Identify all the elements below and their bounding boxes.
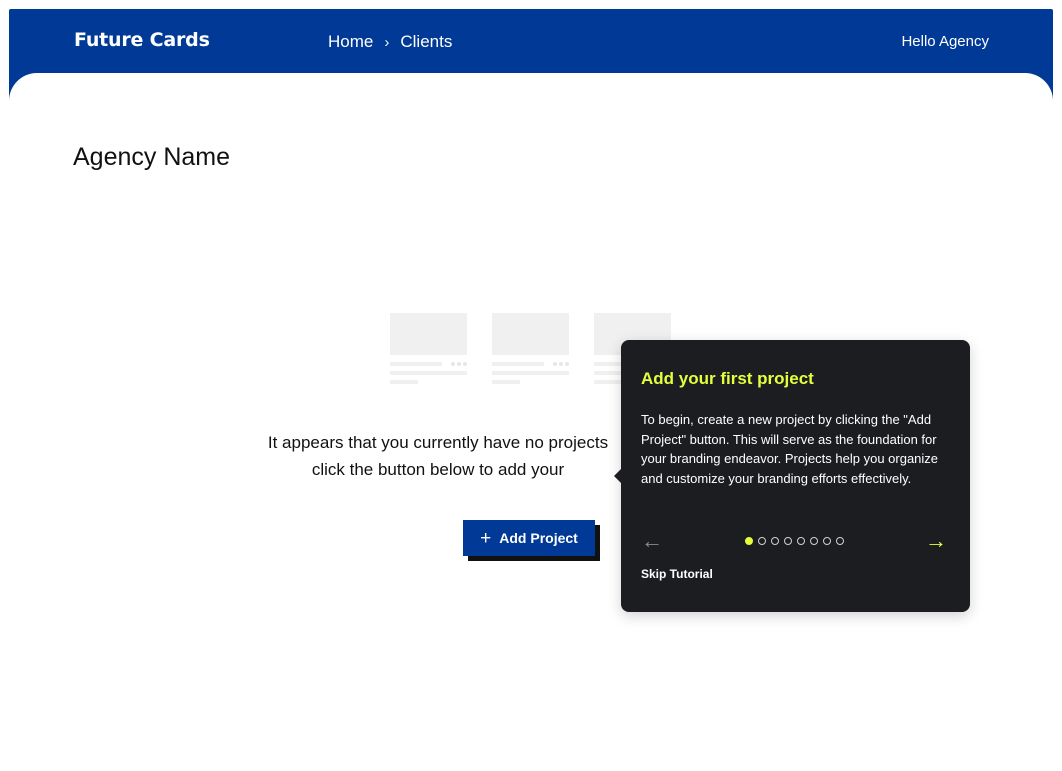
arrow-left-icon[interactable]: ← bbox=[641, 530, 663, 552]
plus-icon: + bbox=[480, 527, 492, 549]
add-project-button-wrapper: + Add Project bbox=[463, 520, 600, 561]
skip-tutorial-link[interactable]: Skip Tutorial bbox=[641, 567, 713, 581]
add-project-label: Add Project bbox=[499, 530, 578, 546]
app-frame: Future Cards Home › Clients Hello Agency… bbox=[9, 9, 1053, 771]
tutorial-title: Add your first project bbox=[641, 369, 814, 388]
step-dot[interactable] bbox=[771, 537, 779, 545]
top-navigation-bar: Future Cards Home › Clients Hello Agency bbox=[9, 9, 1053, 75]
step-dot[interactable] bbox=[784, 537, 792, 545]
popover-pointer bbox=[614, 468, 622, 484]
user-greeting[interactable]: Hello Agency bbox=[901, 33, 989, 50]
breadcrumb-home[interactable]: Home bbox=[328, 32, 373, 52]
step-dot[interactable] bbox=[797, 537, 805, 545]
tutorial-step-indicator bbox=[745, 537, 844, 545]
breadcrumb: Home › Clients bbox=[328, 32, 452, 52]
step-dot[interactable] bbox=[758, 537, 766, 545]
empty-state-message: It appears that you currently have no pr… bbox=[267, 433, 609, 479]
app-logo[interactable]: Future Cards bbox=[74, 29, 210, 51]
arrow-right-icon[interactable]: → bbox=[925, 530, 947, 552]
step-dot[interactable] bbox=[823, 537, 831, 545]
add-project-button[interactable]: + Add Project bbox=[463, 520, 595, 556]
empty-state-card-placeholder bbox=[390, 313, 467, 384]
tutorial-navigation: ← → bbox=[641, 530, 947, 552]
page-title: Agency Name bbox=[73, 143, 231, 171]
step-dot[interactable] bbox=[836, 537, 844, 545]
step-dot[interactable] bbox=[745, 537, 753, 545]
chevron-right-icon: › bbox=[384, 33, 390, 51]
empty-state-card-placeholder bbox=[492, 313, 569, 384]
breadcrumb-clients[interactable]: Clients bbox=[400, 32, 452, 52]
tutorial-popover: Add your first project To begin, create … bbox=[614, 340, 970, 612]
step-dot[interactable] bbox=[810, 537, 818, 545]
tutorial-body: To begin, create a new project by clicki… bbox=[641, 412, 939, 486]
